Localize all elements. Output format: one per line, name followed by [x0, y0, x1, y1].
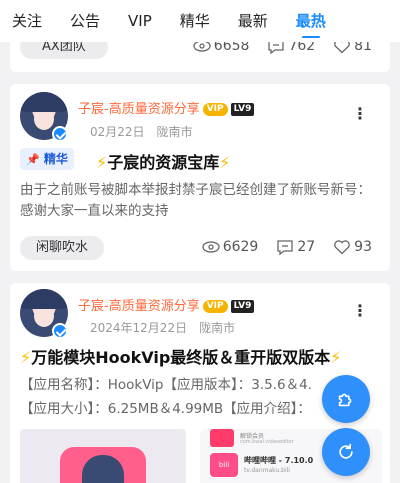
- post-image[interactable]: [20, 429, 186, 483]
- post-stats: 6629 27 93: [184, 239, 372, 255]
- post-title[interactable]: ⚡子宸的资源宝库⚡: [96, 149, 230, 173]
- post-date: 02月22日: [90, 125, 145, 139]
- verified-icon: [52, 126, 68, 142]
- post-card[interactable]: 子宸-高质量资源分享 VIP LV9 02月22日 陇南市 ⋮ 📌 精华 ⚡子宸的资源…: [10, 84, 390, 271]
- author-name-row[interactable]: 子宸-高质量资源分享 VIP LV9: [78, 295, 255, 314]
- post-date: 2024年12月22日: [90, 321, 188, 335]
- author-name-row[interactable]: 子宸-高质量资源分享 VIP LV9: [78, 98, 255, 117]
- more-options-icon[interactable]: ⋮: [352, 104, 368, 123]
- eye-icon: [202, 241, 220, 253]
- level-badge: LV9: [230, 300, 255, 313]
- essence-badge: 📌 精华: [20, 148, 74, 170]
- vip-badge: VIP: [202, 300, 228, 313]
- tab-latest[interactable]: 最新: [238, 0, 268, 42]
- comment-icon: [277, 240, 293, 255]
- author-name: 子宸-高质量资源分享: [78, 102, 200, 117]
- top-tab-bar: 关注 公告 VIP 精华 最新 最热: [0, 0, 400, 42]
- bilibili-icon: bili: [210, 453, 238, 477]
- tab-essence[interactable]: 精华: [180, 0, 210, 42]
- verified-icon: [52, 323, 68, 339]
- level-badge: LV9: [230, 103, 255, 116]
- essence-label: 精华: [43, 152, 68, 166]
- tab-announcements[interactable]: 公告: [70, 0, 100, 42]
- tab-follow[interactable]: 关注: [12, 0, 42, 42]
- tab-hottest[interactable]: 最热: [296, 0, 326, 42]
- post-tag-chip[interactable]: 闲聊吹水: [20, 236, 105, 260]
- views-stat: 6629: [202, 239, 259, 255]
- thumb-package: com.kwai.videoeditor: [240, 439, 294, 445]
- app-icon-image: [210, 429, 234, 447]
- comments-stat[interactable]: 27: [276, 239, 315, 255]
- post-location: 陇南市: [156, 125, 193, 139]
- post-location: 陇南市: [199, 321, 236, 335]
- thumb-app-package: tv.danmaku.bili: [244, 467, 290, 474]
- plugin-fab-button[interactable]: [322, 375, 370, 423]
- refresh-fab-button[interactable]: [322, 428, 370, 476]
- tab-vip[interactable]: VIP: [128, 0, 152, 42]
- more-options-icon[interactable]: ⋮: [352, 301, 368, 320]
- post-title[interactable]: ⚡万能模块HookVip最终版＆重开版双版本⚡: [20, 344, 342, 368]
- post-body[interactable]: 由于之前账号被脚本举报封禁子宸已经创建了新账号新号：感谢大家一直以来的支持: [20, 180, 380, 222]
- refresh-icon: [339, 443, 353, 459]
- likes-count: 93: [354, 239, 372, 255]
- post-meta: 02月22日 陇南市: [90, 123, 205, 140]
- pin-icon: 📌: [26, 153, 40, 166]
- likes-stat[interactable]: 93: [333, 239, 372, 255]
- thumb-app-title: 哔哩哔哩 - 7.10.0: [244, 456, 314, 465]
- lightning-icon: ⚡: [20, 348, 32, 367]
- views-count: 6629: [222, 239, 259, 255]
- lightning-icon: ⚡: [330, 348, 342, 367]
- post-meta: 2024年12月22日 陇南市: [90, 319, 247, 336]
- puzzle-icon: [338, 393, 352, 407]
- comments-count: 27: [297, 239, 316, 255]
- vip-badge: VIP: [202, 103, 228, 116]
- lightning-icon: ⚡: [219, 153, 231, 172]
- heart-icon: [334, 240, 350, 255]
- author-name: 子宸-高质量资源分享: [78, 299, 200, 314]
- lightning-icon: ⚡: [96, 153, 108, 172]
